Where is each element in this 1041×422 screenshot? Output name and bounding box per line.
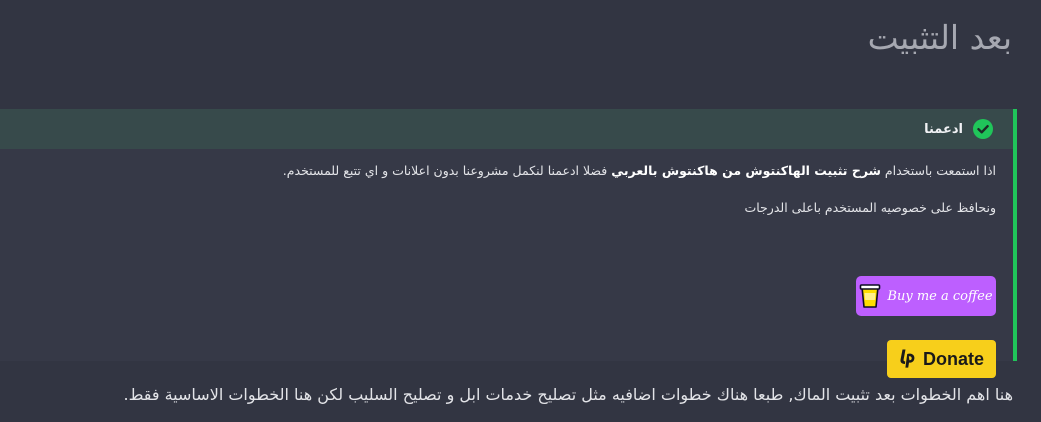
admonition-title: ادعمنا bbox=[924, 121, 963, 137]
privacy-paragraph: ونحافظ على خصوصيه المستخدم باعلى الدرجات bbox=[744, 200, 996, 215]
buy-me-a-coffee-button[interactable]: Buy me a coffee bbox=[856, 276, 996, 316]
buy-me-a-coffee-label: Buy me a coffee bbox=[887, 288, 993, 304]
support-admonition: ادعمنا اذا استمعت باستخدام شرح تثبيت اله… bbox=[0, 109, 1017, 378]
support-paragraph-end: فضلا ادعمنا لنكمل مشروعنا بدون اعلانات و… bbox=[282, 163, 612, 178]
donate-label: Donate bbox=[922, 348, 984, 369]
liberapay-icon bbox=[899, 349, 916, 369]
support-paragraph: اذا استمعت باستخدام شرح تثبيت الهاكنتوش … bbox=[283, 162, 996, 180]
admonition-header: ادعمنا bbox=[0, 109, 1013, 149]
coffee-cup-icon bbox=[859, 283, 881, 309]
page-title: بعد التثبيت bbox=[867, 18, 1012, 57]
donate-button[interactable]: Donate bbox=[887, 340, 996, 378]
intro-paragraph: هنا اهم الخطوات بعد تثبيت الماك, طبعا هن… bbox=[123, 385, 1014, 404]
support-paragraph-bold: شرح تثبيت الهاكنتوش من هاكنتوش بالعربي bbox=[611, 163, 881, 178]
support-paragraph-start: اذا استمعت باستخدام bbox=[880, 163, 996, 178]
check-circle-icon bbox=[973, 119, 993, 139]
